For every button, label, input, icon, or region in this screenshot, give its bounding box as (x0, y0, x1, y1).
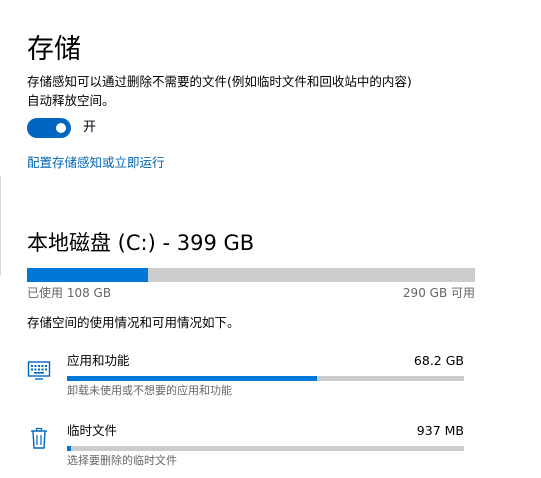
category-usage-bar-fill (67, 446, 71, 451)
category-size: 937 MB (416, 423, 464, 438)
drive-title: 本地磁盘 (C:) - 399 GB (27, 231, 255, 255)
keyboard-icon (27, 361, 51, 380)
category-temporary-files[interactable]: 临时文件 937 MB 选择要删除的临时文件 (0, 422, 541, 478)
category-usage-bar-fill (67, 376, 318, 381)
category-subtitle: 选择要删除的临时文件 (67, 454, 177, 467)
category-usage-bar (67, 446, 464, 451)
trash-icon (31, 427, 47, 449)
drive-usage-bar (27, 268, 475, 282)
storage-sense-toggle-label: 开 (83, 120, 97, 135)
storage-sense-toggle[interactable] (27, 118, 71, 138)
category-subtitle: 卸载未使用或不想要的应用和功能 (67, 384, 232, 397)
category-name: 临时文件 (67, 423, 118, 438)
storage-settings-page: 存储 存储感知可以通过删除不需要的文件(例如临时文件和回收站中的内容) 自动释放… (0, 0, 541, 478)
category-size: 68.2 GB (413, 353, 464, 368)
category-usage-bar (67, 376, 464, 381)
toggle-knob (56, 123, 66, 133)
configure-storage-sense-link[interactable]: 配置存储感知或立即运行 (27, 154, 165, 172)
drive-used-label: 已使用 108 GB (27, 286, 112, 300)
category-apps-and-features[interactable]: 应用和功能 68.2 GB 卸载未使用或不想要的应用和功能 (0, 352, 541, 412)
page-title: 存储 (27, 34, 81, 66)
storage-sense-description: 存储感知可以通过删除不需要的文件(例如临时文件和回收站中的内容) 自动释放空间。 (27, 72, 497, 110)
category-name: 应用和功能 (67, 353, 130, 368)
storage-sense-description-line2: 自动释放空间。 (27, 93, 115, 108)
drive-usage-bar-fill (27, 268, 148, 282)
drive-free-label: 290 GB 可用 (402, 286, 475, 300)
scrollbar-edge (0, 176, 1, 276)
usage-summary: 存储空间的使用情况和可用情况如下。 (27, 315, 240, 330)
storage-sense-description-line1: 存储感知可以通过删除不需要的文件(例如临时文件和回收站中的内容) (27, 74, 412, 89)
